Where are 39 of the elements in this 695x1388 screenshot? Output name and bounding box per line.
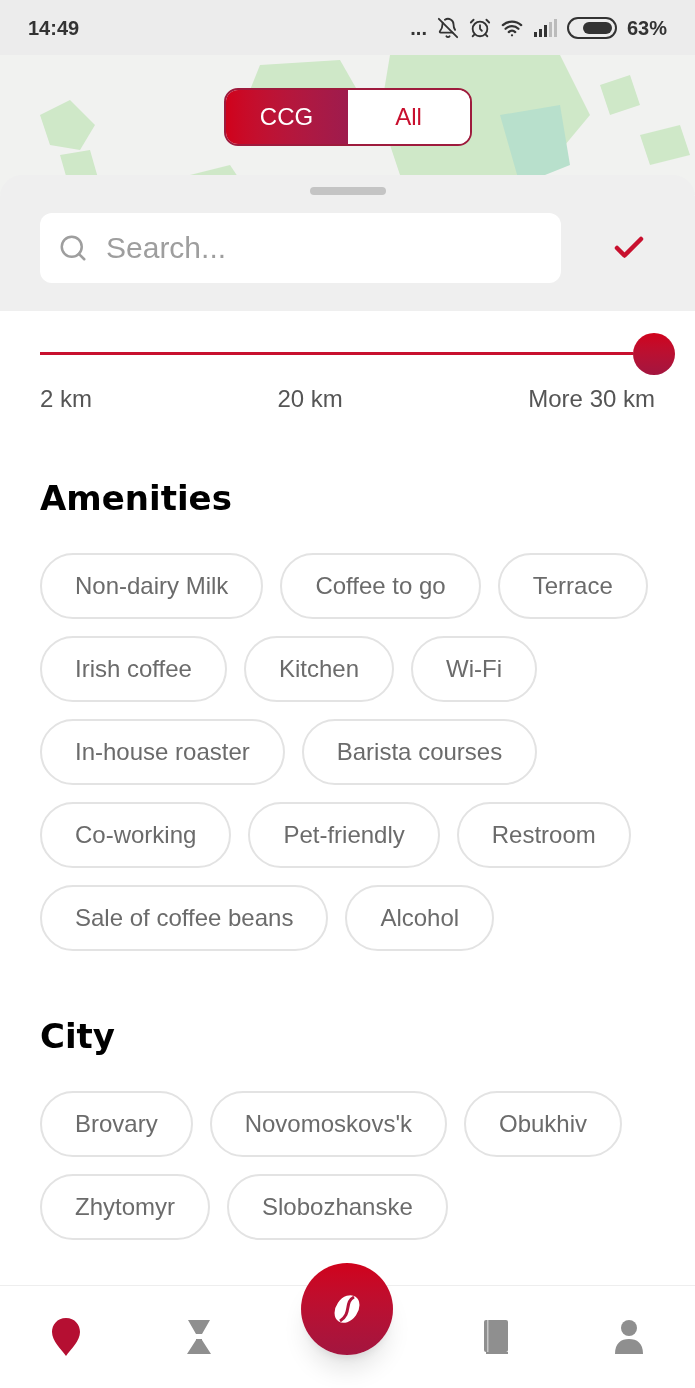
alarm-clock-icon — [468, 16, 491, 39]
distance-label: More 30 km — [528, 384, 655, 414]
search-field[interactable]: Search... — [40, 213, 561, 283]
drag-handle[interactable] — [309, 187, 386, 195]
section-heading: City — [40, 1019, 117, 1053]
filter-chip[interactable]: Obukhiv — [464, 1091, 623, 1157]
search-icon — [58, 233, 88, 263]
person-icon — [613, 1319, 644, 1355]
filter-chip[interactable]: Restroom — [456, 802, 631, 868]
distance-label: 2 km — [40, 384, 92, 414]
signal-icon — [532, 18, 557, 37]
more-notifications: ... — [410, 17, 427, 38]
coffee-maker-icon — [185, 1319, 212, 1355]
battery-percent: 63% — [626, 15, 667, 41]
filter-chip[interactable]: Brovary — [40, 1091, 193, 1157]
muted-bell-icon — [436, 16, 459, 39]
filter-chip[interactable]: Sale of coffee beans — [40, 885, 329, 951]
distance-label: 20 km — [277, 384, 343, 414]
filter-chip[interactable]: Barista courses — [301, 719, 538, 785]
filter-chip[interactable]: Kitchen — [243, 636, 394, 702]
filter-chip[interactable]: Wi-Fi — [411, 636, 537, 702]
filter-chip[interactable]: Coffee to go — [280, 553, 481, 619]
filter-chip[interactable]: Slobozhanske — [227, 1174, 448, 1240]
filter-chip[interactable]: Terrace — [497, 553, 648, 619]
toggle-option[interactable]: CCG — [225, 90, 348, 144]
filter-chip[interactable]: Irish coffee — [40, 636, 227, 702]
filter-chip[interactable]: Alcohol — [345, 885, 495, 951]
map-pin-icon — [51, 1317, 82, 1357]
filter-chip[interactable]: Co-working — [40, 802, 232, 868]
section-heading: Amenities — [40, 481, 233, 515]
filter-chip[interactable]: In-house roaster — [40, 719, 285, 785]
clock-time: 14:49 — [28, 15, 80, 41]
filter-chip[interactable]: Non-dairy Milk — [40, 553, 264, 619]
distance-slider[interactable] — [40, 333, 675, 375]
book-icon — [483, 1319, 510, 1355]
filter-chip[interactable]: Zhytomyr — [40, 1174, 210, 1240]
battery-icon — [566, 16, 617, 39]
filter-chip[interactable]: Novomoskovs'k — [209, 1091, 447, 1157]
filter-chip[interactable]: Pet-friendly — [248, 802, 440, 868]
